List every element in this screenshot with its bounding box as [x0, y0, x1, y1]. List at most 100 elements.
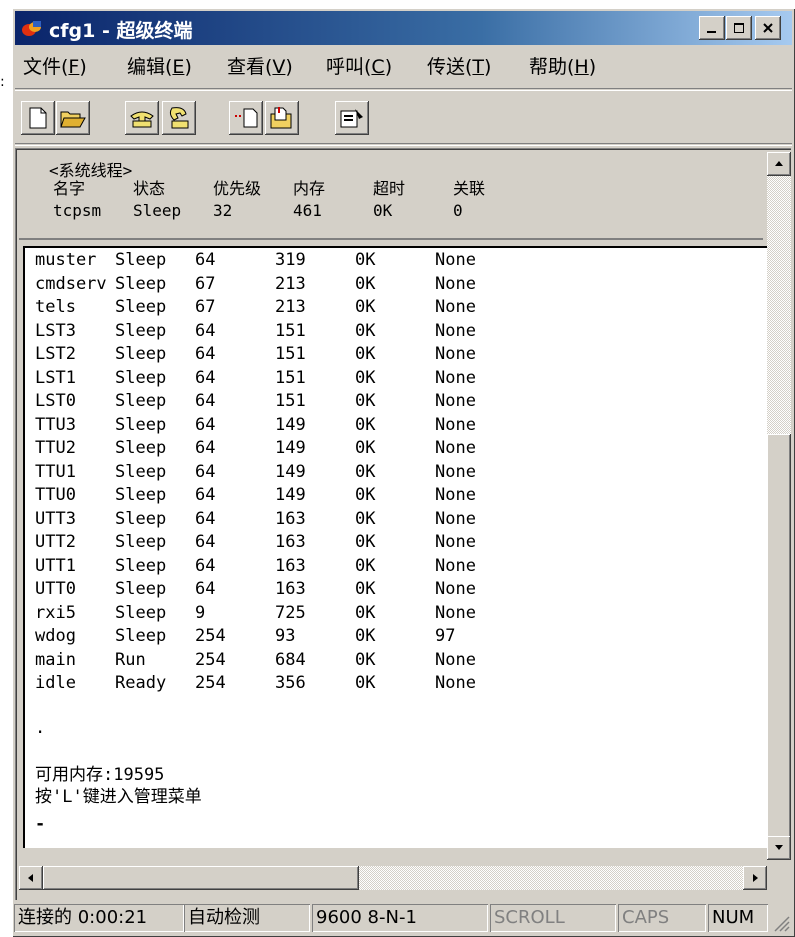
header-cell-timeout: 0K: [373, 201, 393, 220]
thread-cell-timeout: 0K: [355, 602, 376, 623]
thread-cell-name: TTU1: [35, 461, 76, 482]
thread-cell-state: Sleep: [115, 555, 167, 576]
status-scroll-lock: SCROLL: [490, 904, 616, 932]
thread-cell-priority: 67: [195, 273, 216, 294]
thread-cell-state: Run: [115, 649, 146, 670]
thread-cell-name: main: [35, 649, 76, 670]
thread-cell-name: TTU0: [35, 485, 76, 505]
arrow-up-icon: [775, 161, 783, 166]
menu-edit[interactable]: 编辑(E): [127, 52, 192, 79]
thread-cell-priority: 64: [195, 532, 216, 552]
thread-cell-state: Sleep: [115, 391, 167, 411]
thread-cell-timeout: 0K: [355, 438, 376, 458]
scroll-track-upper[interactable]: [767, 180, 791, 434]
horizontal-scroll-thumb[interactable]: [43, 866, 359, 890]
thread-cell-memory: 356: [275, 673, 306, 693]
hyperterminal-app-icon: [22, 21, 41, 36]
thread-cell-priority: 64: [195, 438, 216, 458]
thread-cell-priority: 67: [195, 297, 216, 317]
menu-view[interactable]: 查看(V): [227, 52, 293, 79]
thread-cell-assoc: None: [435, 673, 476, 693]
send-icon: [235, 108, 258, 128]
minimize-icon: [707, 31, 716, 33]
minimize-button[interactable]: [699, 16, 725, 40]
terminal-output[interactable]: muster Sleep 64 319 0K None cmdserv Sleep 67 213 0…: [23, 246, 769, 848]
title-bar[interactable]: cfg1 - 超级终端: [15, 11, 792, 45]
thread-cell-state: Ready: [115, 673, 167, 693]
header-cell-name: tcpsm: [53, 201, 102, 220]
receive-button[interactable]: [265, 101, 299, 135]
terminal-client-area: <系统线程> 名字 状态 优先级 内存 超时 关联 tcpsm Sleep 32…: [15, 148, 791, 900]
thread-cell-timeout: 0K: [355, 461, 376, 482]
manage-menu-hint: 按'L'键进入管理菜单: [35, 787, 202, 807]
maximize-button[interactable]: [726, 16, 752, 40]
toolbar: [15, 88, 792, 146]
thread-cell-name: LST1: [35, 367, 76, 388]
thread-cell-name: TTU3: [35, 414, 76, 435]
thread-cell-priority: 64: [195, 250, 216, 270]
open-icon: [60, 111, 86, 128]
col-state: 状态: [133, 179, 166, 198]
thread-cell-assoc: None: [435, 344, 476, 364]
thread-cell-priority: 254: [195, 626, 226, 646]
thread-cell-state: Sleep: [115, 273, 167, 294]
thread-cell-name: UTT2: [35, 532, 76, 552]
scroll-up-button[interactable]: [767, 152, 791, 176]
thread-cell-assoc: None: [435, 414, 476, 435]
thread-cell-state: Sleep: [115, 602, 167, 623]
call-icon: [130, 111, 154, 128]
disconnect-icon: [169, 107, 189, 129]
close-button[interactable]: [755, 16, 781, 40]
status-auto-detect: 自动检测: [184, 904, 310, 932]
status-connected-time: 连接的 0:00:21: [14, 904, 184, 932]
thread-cell-timeout: 0K: [355, 297, 376, 317]
thread-cell-name: wdog: [35, 626, 76, 646]
status-num-lock: NUM: [708, 904, 768, 932]
thread-cell-memory: 151: [275, 320, 306, 341]
thread-cell-timeout: 0K: [355, 273, 376, 294]
menu-file[interactable]: 文件(F): [23, 52, 87, 79]
properties-button[interactable]: [335, 101, 369, 135]
thread-cell-name: UTT0: [35, 579, 76, 599]
status-port-params: 9600 8-N-1: [312, 904, 488, 932]
horizontal-scrollbar[interactable]: [19, 866, 767, 890]
thread-cell-priority: 64: [195, 508, 216, 529]
menu-bar: 文件(F) 编辑(E) 查看(V) 呼叫(C) 传送(T) 帮助(H): [15, 48, 792, 82]
thread-cell-name: LST2: [35, 344, 76, 364]
thread-cell-name: UTT1: [35, 555, 76, 576]
open-button[interactable]: [56, 101, 90, 135]
scroll-left-button[interactable]: [19, 866, 43, 890]
call-button[interactable]: [125, 101, 159, 135]
thread-cell-state: Sleep: [115, 508, 167, 529]
thread-cell-priority: 64: [195, 320, 216, 341]
receive-icon: [270, 107, 292, 129]
scroll-right-button[interactable]: [743, 866, 767, 890]
send-button[interactable]: [229, 101, 263, 135]
thread-cell-name: idle: [35, 673, 76, 693]
thread-cell-state: Sleep: [115, 579, 167, 599]
thread-cell-state: Sleep: [115, 461, 167, 482]
arrow-right-icon: [753, 874, 758, 882]
vertical-scrollbar[interactable]: [767, 152, 791, 860]
disconnect-button[interactable]: [162, 101, 196, 135]
maximize-icon: [734, 23, 744, 33]
col-assoc: 关联: [453, 179, 486, 198]
header-cell-state: Sleep: [133, 201, 182, 220]
arrow-left-icon: [28, 874, 33, 882]
vertical-scroll-thumb[interactable]: [767, 434, 791, 850]
thread-cell-assoc: None: [435, 461, 476, 482]
resize-grip-icon[interactable]: [772, 914, 790, 932]
scroll-down-button[interactable]: [767, 836, 791, 860]
menu-help[interactable]: 帮助(H): [529, 52, 596, 79]
thread-cell-timeout: 0K: [355, 320, 376, 341]
thread-cell-assoc: None: [435, 250, 476, 270]
thread-cell-state: Sleep: [115, 344, 167, 364]
thread-cell-name: cmdserv: [35, 273, 107, 294]
new-connection-button[interactable]: [21, 101, 55, 135]
thread-cell-memory: 151: [275, 367, 306, 388]
col-timeout: 超时: [373, 179, 406, 198]
thread-cell-memory: 151: [275, 391, 306, 411]
menu-call[interactable]: 呼叫(C): [326, 52, 392, 79]
thread-cell-state: Sleep: [115, 297, 167, 317]
menu-transfer[interactable]: 传送(T): [427, 52, 491, 79]
